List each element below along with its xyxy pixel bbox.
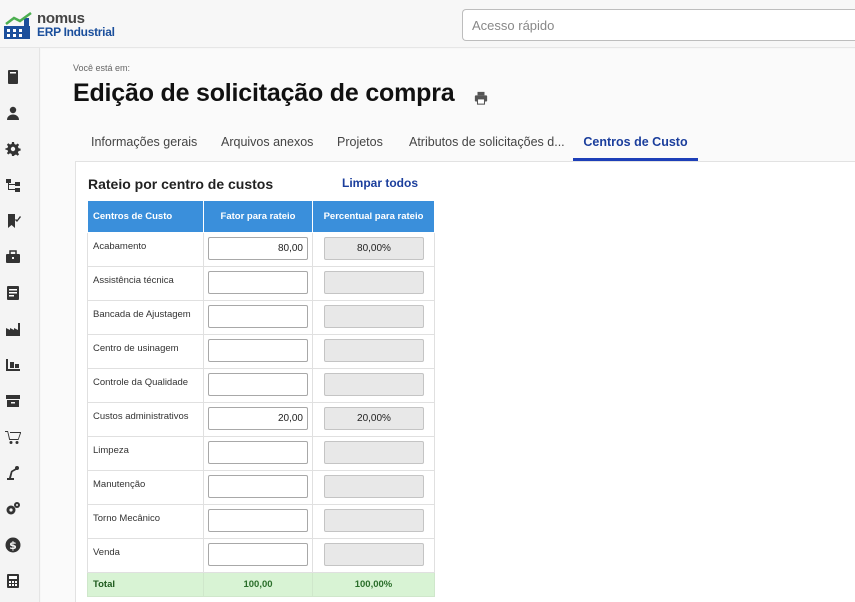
- factory-logo-icon: [4, 12, 32, 39]
- percent-field: [324, 441, 424, 464]
- cost-center-name: Manutenção: [87, 470, 204, 505]
- table-row: Assistência técnica: [87, 266, 435, 301]
- cost-center-name: Assistência técnica: [87, 266, 204, 301]
- gears-icon[interactable]: [4, 500, 21, 517]
- page-title: Edição de solicitação de compra: [73, 79, 455, 107]
- factor-input[interactable]: [208, 407, 308, 430]
- percent-field: [324, 305, 424, 328]
- header-percent: Percentual para rateio: [312, 200, 435, 233]
- total-label: Total: [87, 572, 204, 597]
- section-title: Rateio por centro de custos: [88, 176, 274, 192]
- user-icon[interactable]: [4, 104, 21, 121]
- table-row: Custos administrativos: [87, 402, 435, 437]
- table-row: Manutenção: [87, 470, 435, 505]
- factor-input[interactable]: [208, 271, 308, 294]
- header-factor: Fator para rateio: [203, 200, 313, 233]
- table-row: Venda: [87, 538, 435, 573]
- factor-input[interactable]: [208, 305, 308, 328]
- hierarchy-icon[interactable]: [4, 176, 21, 193]
- factory-icon[interactable]: [4, 320, 21, 337]
- header-cost-center: Centros de Custo: [87, 200, 204, 233]
- cost-center-table: Centros de Custo Fator para rateio Perce…: [87, 200, 435, 597]
- tab-informacoes-gerais[interactable]: Informações gerais: [91, 128, 197, 161]
- pallet-icon[interactable]: [4, 356, 21, 373]
- percent-field: [324, 407, 424, 430]
- book-icon[interactable]: [4, 68, 21, 85]
- percent-field: [324, 339, 424, 362]
- percent-field: [324, 543, 424, 566]
- main-content: Você está em: Edição de solicitação de c…: [41, 49, 855, 602]
- percent-field: [324, 271, 424, 294]
- clear-all-link[interactable]: Limpar todos: [342, 176, 418, 190]
- archive-icon[interactable]: [4, 392, 21, 409]
- top-bar: nomus ERP Industrial: [0, 0, 855, 48]
- cost-center-name: Limpeza: [87, 436, 204, 471]
- cost-center-panel: Rateio por centro de custos Limpar todos…: [75, 161, 855, 602]
- percent-field: [324, 509, 424, 532]
- tab-atributos[interactable]: Atributos de solicitações d...: [409, 128, 565, 161]
- gear-icon[interactable]: [4, 140, 21, 157]
- briefcase-icon[interactable]: [4, 248, 21, 265]
- document-icon[interactable]: [4, 284, 21, 301]
- factor-input[interactable]: [208, 509, 308, 532]
- nomus-logo[interactable]: nomus ERP Industrial: [4, 8, 124, 42]
- cost-center-name: Custos administrativos: [87, 402, 204, 437]
- table-row: Acabamento: [87, 232, 435, 267]
- percent-field: [324, 373, 424, 396]
- bookmark-check-icon[interactable]: [4, 212, 21, 229]
- sidebar: $: [0, 48, 40, 602]
- table-row: Centro de usinagem: [87, 334, 435, 369]
- factor-input[interactable]: [208, 543, 308, 566]
- factor-input[interactable]: [208, 237, 308, 260]
- cost-center-name: Torno Mecânico: [87, 504, 204, 539]
- table-row: Controle da Qualidade: [87, 368, 435, 403]
- logo-subtitle: ERP Industrial: [37, 25, 115, 39]
- factor-input[interactable]: [208, 339, 308, 362]
- tab-centros-de-custo[interactable]: Centros de Custo: [573, 128, 698, 161]
- printer-icon[interactable]: [474, 91, 488, 105]
- cost-center-name: Controle da Qualidade: [87, 368, 204, 403]
- total-factor: 100,00: [203, 572, 313, 597]
- tab-bar: Informações gerais Arquivos anexos Proje…: [76, 128, 855, 161]
- percent-field: [324, 475, 424, 498]
- cost-center-name: Bancada de Ajustagem: [87, 300, 204, 335]
- factor-input[interactable]: [208, 475, 308, 498]
- breadcrumb: Você está em:: [73, 63, 131, 73]
- cart-icon[interactable]: [4, 428, 21, 445]
- calculator-icon[interactable]: [4, 572, 21, 589]
- table-row: Torno Mecânico: [87, 504, 435, 539]
- table-row: Limpeza: [87, 436, 435, 471]
- factor-input[interactable]: [208, 373, 308, 396]
- tab-arquivos-anexos[interactable]: Arquivos anexos: [221, 128, 313, 161]
- total-row: Total 100,00 100,00%: [87, 572, 435, 597]
- quick-access-input[interactable]: [462, 9, 855, 41]
- robot-arm-icon[interactable]: [4, 464, 21, 481]
- percent-field: [324, 237, 424, 260]
- cost-center-name: Acabamento: [87, 232, 204, 267]
- tab-projetos[interactable]: Projetos: [337, 128, 383, 161]
- table-row: Bancada de Ajustagem: [87, 300, 435, 335]
- cost-center-name: Centro de usinagem: [87, 334, 204, 369]
- total-percent: 100,00%: [312, 572, 435, 597]
- cost-center-name: Venda: [87, 538, 204, 573]
- table-header-row: Centros de Custo Fator para rateio Perce…: [87, 200, 435, 233]
- factor-input[interactable]: [208, 441, 308, 464]
- dollar-icon[interactable]: $: [4, 536, 21, 553]
- svg-text:$: $: [9, 539, 17, 552]
